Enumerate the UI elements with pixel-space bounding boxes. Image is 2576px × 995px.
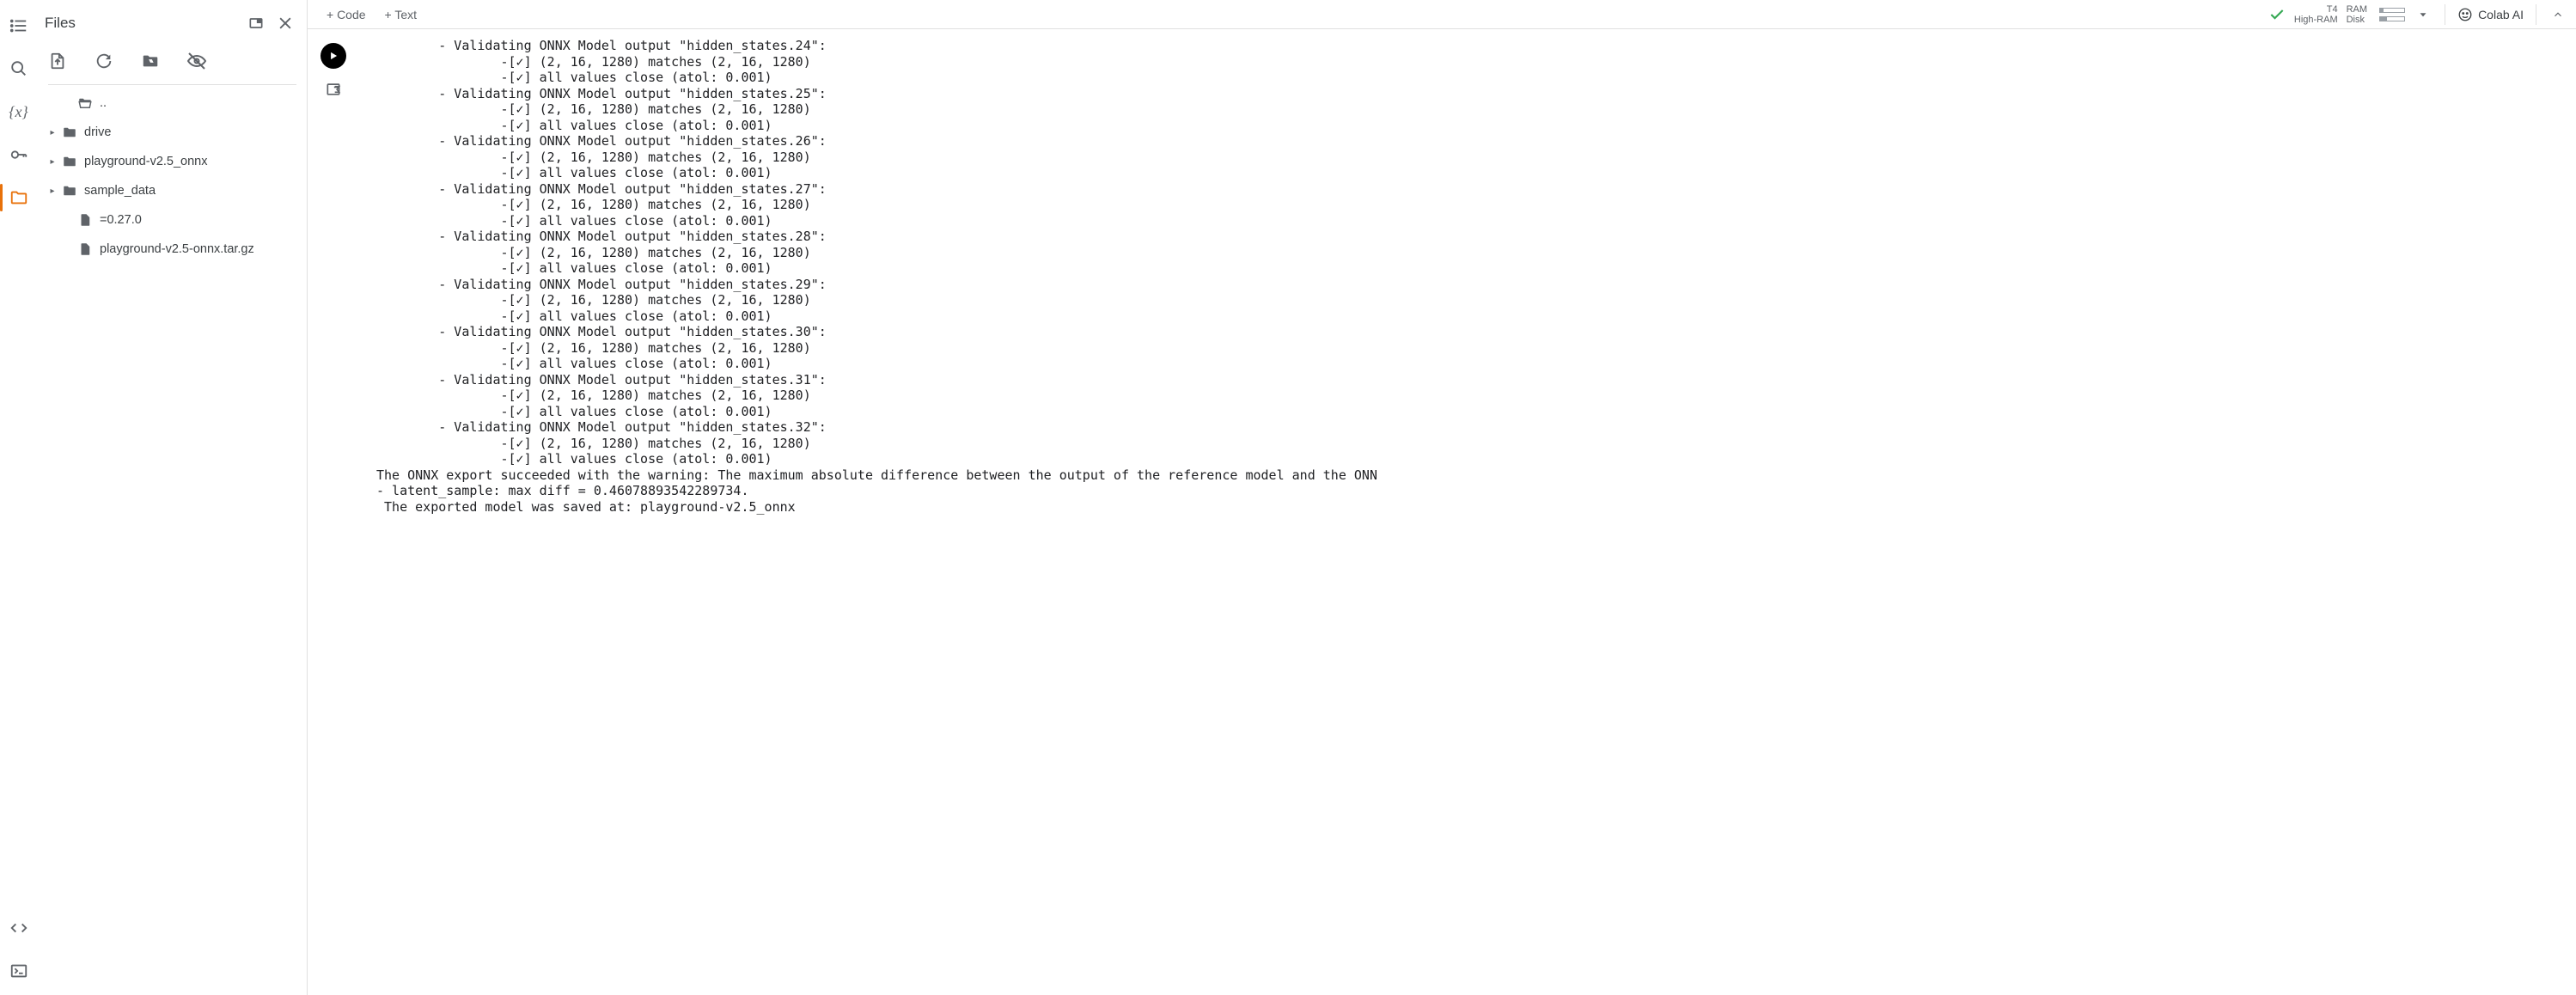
upload-file-icon[interactable] — [46, 50, 69, 72]
refresh-icon[interactable] — [93, 50, 115, 72]
key-icon[interactable] — [9, 144, 29, 165]
tree-item-label: playground-v2.5_onnx — [84, 155, 296, 168]
disk-bar — [2379, 16, 2405, 21]
expand-arrow-icon[interactable]: ▸ — [45, 186, 60, 196]
file-tree: .. ▸ drive ▸ playground-v2.5_onnx ▸ sample_dat… — [38, 85, 307, 271]
tree-item-label: =0.27.0 — [100, 213, 296, 227]
collapse-icon[interactable] — [2549, 5, 2567, 24]
ram-bar — [2379, 8, 2405, 13]
cell-gutter — [308, 29, 359, 995]
tree-item-label: .. — [100, 96, 296, 110]
add-text-button[interactable]: + Text — [380, 4, 423, 25]
folder-item[interactable]: ▸ sample_data — [45, 176, 300, 205]
top-toolbar: + Code + Text T4 High-RAM RAM Disk — [308, 0, 2576, 29]
file-icon — [76, 212, 95, 228]
folder-open-icon — [76, 95, 95, 111]
search-icon[interactable] — [9, 58, 29, 79]
file-item[interactable]: playground-v2.5-onnx.tar.gz — [45, 235, 300, 264]
files-header: Files — [38, 0, 307, 46]
runtime-dropdown-icon[interactable] — [2414, 5, 2433, 24]
terminal-icon[interactable] — [9, 961, 29, 981]
folder-icon — [60, 154, 79, 169]
file-item[interactable]: =0.27.0 — [45, 205, 300, 235]
notebook-content: - Validating ONNX Model output "hidden_s… — [308, 29, 2576, 995]
tree-item-label: drive — [84, 125, 296, 139]
mount-drive-icon[interactable] — [139, 50, 162, 72]
runtime-ram-mode: High-RAM — [2294, 15, 2338, 25]
folder-icon[interactable] — [9, 187, 29, 208]
run-cell-button[interactable] — [320, 43, 346, 69]
folder-item[interactable]: ▸ drive — [45, 118, 300, 147]
files-title: Files — [45, 15, 238, 32]
folder-item[interactable]: ▸ playground-v2.5_onnx — [45, 147, 300, 176]
files-toolbar — [38, 46, 307, 84]
tree-item-label: playground-v2.5-onnx.tar.gz — [100, 242, 296, 256]
add-code-button[interactable]: + Code — [321, 4, 371, 25]
clear-output-icon[interactable] — [323, 79, 344, 100]
main-area: + Code + Text T4 High-RAM RAM Disk — [308, 0, 2576, 995]
variables-icon[interactable]: {x} — [9, 101, 29, 122]
expand-arrow-icon[interactable]: ▸ — [45, 128, 60, 137]
folder-item[interactable]: .. — [45, 89, 300, 118]
folder-icon — [60, 125, 79, 140]
folder-icon — [60, 183, 79, 198]
close-icon[interactable] — [274, 12, 296, 34]
check-icon — [2268, 6, 2286, 23]
ram-label: RAM — [2347, 4, 2367, 15]
files-panel: Files .. ▸ drive ▸ playground-v2.5_onnx ▸ samp… — [38, 0, 308, 995]
runtime-status[interactable]: T4 High-RAM RAM Disk — [2268, 4, 2433, 25]
left-icon-rail: {x} — [0, 0, 38, 995]
open-in-new-icon[interactable] — [245, 12, 267, 34]
toc-icon[interactable] — [9, 15, 29, 36]
colab-ai-button[interactable]: Colab AI — [2457, 7, 2524, 22]
visibility-off-icon[interactable] — [186, 50, 208, 72]
file-icon — [76, 241, 95, 257]
expand-arrow-icon[interactable]: ▸ — [45, 157, 60, 167]
output-text: - Validating ONNX Model output "hidden_s… — [376, 38, 2576, 515]
disk-label: Disk — [2347, 15, 2365, 25]
code-icon[interactable] — [9, 918, 29, 938]
runtime-type: T4 — [2327, 4, 2338, 15]
cell-output[interactable]: - Validating ONNX Model output "hidden_s… — [359, 29, 2576, 995]
tree-item-label: sample_data — [84, 184, 296, 198]
